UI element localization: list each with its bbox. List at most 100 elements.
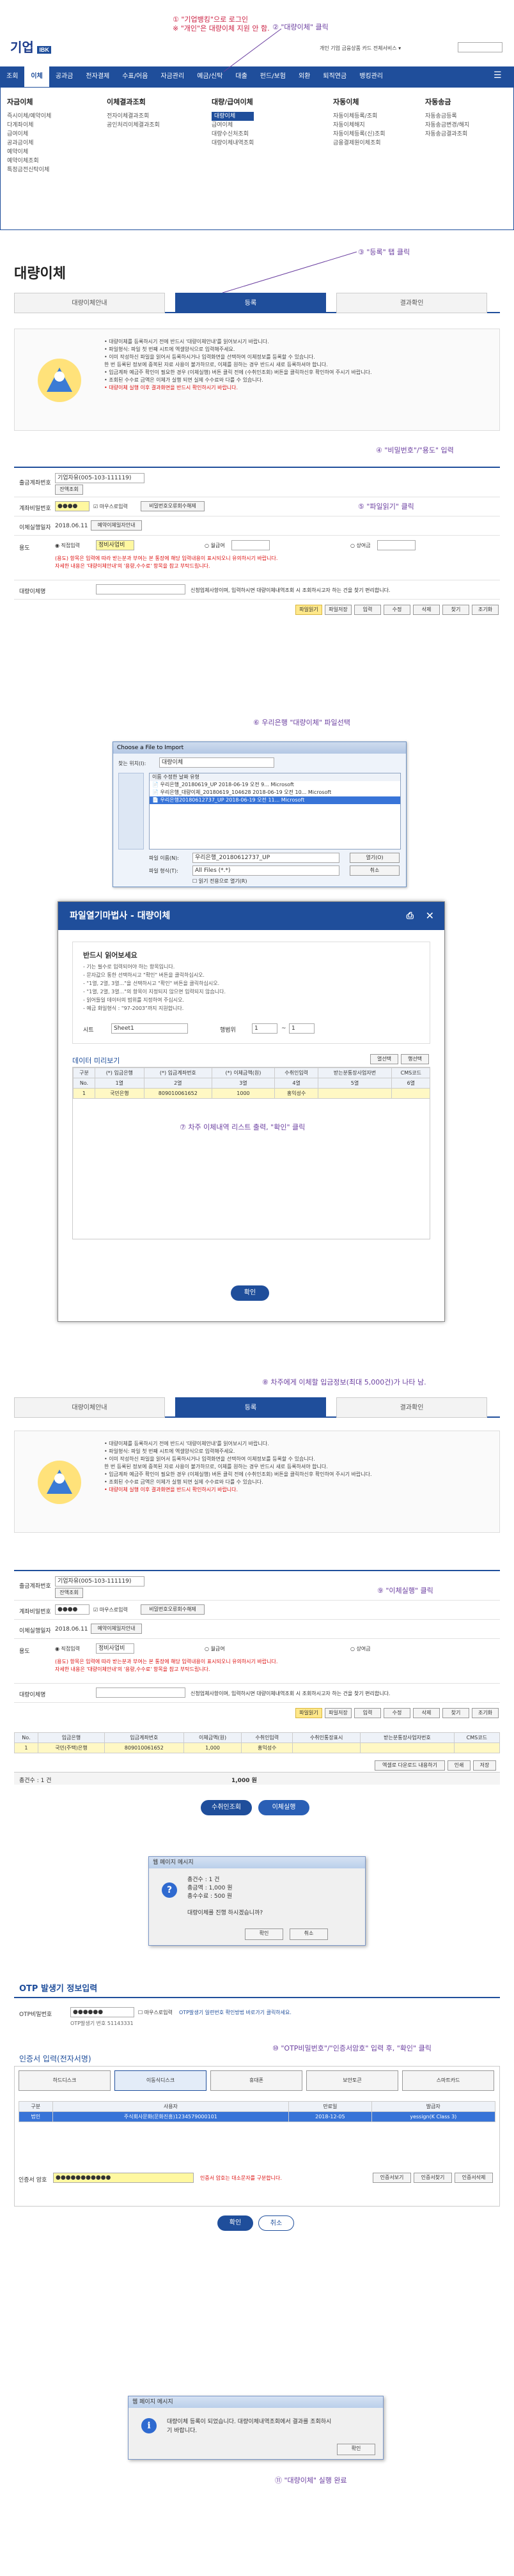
mega-menu-item[interactable]: 특정금전신탁이체 bbox=[7, 166, 51, 175]
tab-item[interactable]: 결과확인 bbox=[336, 1397, 487, 1418]
close-icon[interactable]: ✕ bbox=[426, 902, 434, 930]
action-button[interactable]: 삭제 bbox=[413, 1708, 440, 1718]
nav-item[interactable]: 수표/어음 bbox=[116, 66, 154, 87]
nav-item[interactable]: 뱅킹관리 bbox=[353, 66, 389, 87]
action-button[interactable]: 수정 bbox=[384, 1708, 410, 1718]
mega-menu-item[interactable]: 공과금이체 bbox=[7, 139, 51, 148]
otp-mouse-checkbox[interactable]: ☐ 마우스로입력 bbox=[138, 2009, 173, 2016]
radio-bonus-2[interactable]: ○ 상여금 bbox=[350, 1645, 371, 1652]
action-button[interactable]: 입력 bbox=[354, 1708, 381, 1718]
cert-media-tab[interactable]: 휴대폰 bbox=[210, 2070, 302, 2091]
readonly-checkbox[interactable]: ☐ 읽기 전용으로 열기(R) bbox=[192, 878, 247, 885]
mega-menu-item[interactable]: 다계좌이체 bbox=[7, 121, 51, 130]
cert-media-tab[interactable]: 스마트카드 bbox=[402, 2070, 494, 2091]
open-button[interactable]: 열기(O) bbox=[350, 853, 400, 863]
otp-cancel-button[interactable]: 취소 bbox=[258, 2215, 294, 2231]
otp-ok-button[interactable]: 확인 bbox=[217, 2215, 253, 2231]
table-row[interactable]: 1 국민(주택)은행 809010061652 1,000 홍익성수 bbox=[14, 1742, 501, 1753]
done-ok-button[interactable]: 확인 bbox=[337, 2444, 375, 2455]
action-button[interactable]: 찾기 bbox=[442, 605, 469, 615]
print-icon[interactable]: ⎙ bbox=[407, 902, 414, 930]
password-field-2[interactable]: ●●●● bbox=[55, 1604, 90, 1615]
tab-item[interactable]: 등록 bbox=[175, 293, 326, 313]
search-input[interactable] bbox=[458, 42, 502, 52]
table-tool-button[interactable]: 인쇄 bbox=[448, 1760, 471, 1771]
password-field[interactable]: ●●●● bbox=[55, 501, 90, 511]
cert-side-button[interactable]: 인증서삭제 bbox=[455, 2173, 493, 2183]
account-select[interactable]: 기업자유(005-103-111119) bbox=[55, 473, 144, 483]
balance-button[interactable]: 잔액조회 bbox=[55, 485, 83, 495]
filetype-select[interactable]: All Files (*.*) bbox=[192, 865, 339, 876]
mega-menu-item[interactable]: 예약이체조회 bbox=[7, 157, 51, 166]
radio-salary-2[interactable]: ○ 월급여 bbox=[205, 1645, 225, 1652]
password-reset-button[interactable]: 비밀번호오류회수해제 bbox=[141, 501, 205, 511]
look-in-select[interactable]: 대량이체 bbox=[159, 757, 274, 768]
cert-media-tab[interactable]: 이동식디스크 bbox=[114, 2070, 206, 2091]
mega-menu-item[interactable]: 급여이체 bbox=[212, 121, 254, 130]
radio-bonus[interactable]: ○ 상여금 bbox=[350, 542, 371, 549]
action-button[interactable]: 입력 bbox=[354, 605, 381, 615]
confirm-cancel-button[interactable]: 취소 bbox=[290, 1928, 328, 1940]
top-links[interactable]: 개인 기업 금융상품 카드 전체서비스 ▾ bbox=[320, 45, 401, 52]
balance-button-2[interactable]: 잔액조회 bbox=[55, 1588, 83, 1598]
tab-item[interactable]: 등록 bbox=[175, 1397, 326, 1418]
nav-item[interactable]: 이체 bbox=[24, 66, 49, 87]
cert-side-button[interactable]: 인증서보기 bbox=[373, 2173, 411, 2183]
nav-item[interactable]: 조회 bbox=[0, 66, 24, 87]
action-button[interactable]: 조기화 bbox=[472, 605, 499, 615]
recipient-lookup-button[interactable]: 수취인조회 bbox=[201, 1800, 252, 1815]
wizard-confirm-button[interactable]: 확인 bbox=[231, 1285, 269, 1301]
file-item[interactable]: 📄 우리은행_대량이체_20180619_104628 2018-06-19 오… bbox=[150, 789, 400, 796]
mega-menu-item[interactable]: 급여이체 bbox=[7, 130, 51, 139]
column-select-button[interactable]: 열선택 bbox=[370, 1054, 398, 1064]
preview-data-row[interactable]: 1 국민은행 809010061652 1000 홍익성수 bbox=[73, 1088, 430, 1099]
mega-menu-item[interactable]: 대량수신처조회 bbox=[212, 130, 254, 139]
action-button[interactable]: 조기화 bbox=[472, 1708, 499, 1718]
bonus-input[interactable] bbox=[377, 540, 416, 550]
mega-menu-item[interactable]: 즉시이체/예약이체 bbox=[7, 112, 51, 121]
range-from[interactable]: 1 bbox=[252, 1023, 277, 1034]
mega-menu-item[interactable]: 자동송금결과조회 bbox=[425, 130, 469, 139]
memo-input-2[interactable] bbox=[96, 1688, 185, 1698]
action-button[interactable]: 파일저장 bbox=[325, 1708, 352, 1718]
action-button[interactable]: 파일읽기 bbox=[295, 1708, 322, 1718]
radio-salary[interactable]: ○ 월급여 bbox=[205, 542, 225, 549]
file-item[interactable]: 📄 우리은행20180612737_UP 2018-06-19 오전 11...… bbox=[150, 796, 400, 804]
use-input-2[interactable]: 정비사업비 bbox=[96, 1643, 134, 1654]
otp-input[interactable]: ●●●●●● bbox=[70, 2007, 134, 2017]
mega-menu-item[interactable]: 예약이체 bbox=[7, 148, 51, 157]
nav-item[interactable]: 공과금 bbox=[49, 66, 80, 87]
nav-item[interactable]: 외환 bbox=[292, 66, 316, 87]
mega-menu-item[interactable]: 자동이체해지 bbox=[333, 121, 386, 130]
cert-media-tab[interactable]: 하드디스크 bbox=[19, 2070, 111, 2091]
range-to[interactable]: 1 bbox=[289, 1023, 315, 1034]
table-tool-button[interactable]: 저장 bbox=[473, 1760, 496, 1771]
execute-transfer-button[interactable]: 이체실행 bbox=[258, 1800, 309, 1815]
action-button[interactable]: 파일저장 bbox=[325, 605, 352, 615]
mega-menu-item[interactable]: 대량이체내역조회 bbox=[212, 139, 254, 148]
action-button[interactable]: 삭제 bbox=[413, 605, 440, 615]
action-button[interactable]: 수정 bbox=[384, 605, 410, 615]
otp-note[interactable]: OTP발생기 일련번호 확인방법 바로가기 클릭하세요. bbox=[179, 2009, 292, 2016]
mega-menu-item[interactable]: 자동송금변경/해지 bbox=[425, 121, 469, 130]
ibk-logo[interactable]: 기업 IBK bbox=[10, 37, 51, 56]
mouse-input-checkbox[interactable]: ☑ 마우스로입력 bbox=[93, 503, 128, 510]
mega-menu-item[interactable]: 전자이체결과조회 bbox=[107, 112, 160, 121]
table-tool-button[interactable]: 엑셀로 다운로드 내용하기 bbox=[375, 1760, 445, 1771]
mega-menu-item[interactable]: 금융결제원이체조회 bbox=[333, 139, 386, 148]
nav-item[interactable]: 퇴직연금 bbox=[316, 66, 353, 87]
action-button[interactable]: 파일읽기 bbox=[295, 605, 322, 615]
password-reset-button-2[interactable]: 비밀번호오류회수해제 bbox=[141, 1604, 205, 1615]
action-button[interactable]: 찾기 bbox=[442, 1708, 469, 1718]
radio-direct-2[interactable]: ◉ 직접입력 bbox=[55, 1645, 80, 1652]
sheet-select[interactable]: Sheet1 bbox=[111, 1023, 188, 1034]
reserve-info-button-2[interactable]: 예약이체일자안내 bbox=[91, 1624, 142, 1634]
cert-row[interactable]: 법인 주식회사문화(문화진흥)1234579000101 2018-12-05 yes… bbox=[19, 2111, 495, 2122]
radio-direct[interactable]: ◉ 직접입력 bbox=[55, 542, 80, 549]
account-select-2[interactable]: 기업자유(005-103-111119) bbox=[55, 1576, 144, 1587]
mouse-input-checkbox-2[interactable]: ☑ 마우스로입력 bbox=[93, 1606, 128, 1613]
tab-item[interactable]: 대량이체안내 bbox=[14, 293, 165, 313]
cancel-button[interactable]: 취소 bbox=[350, 865, 400, 876]
nav-item[interactable]: 자금관리 bbox=[154, 66, 191, 87]
nav-item[interactable]: 전자결제 bbox=[79, 66, 116, 87]
